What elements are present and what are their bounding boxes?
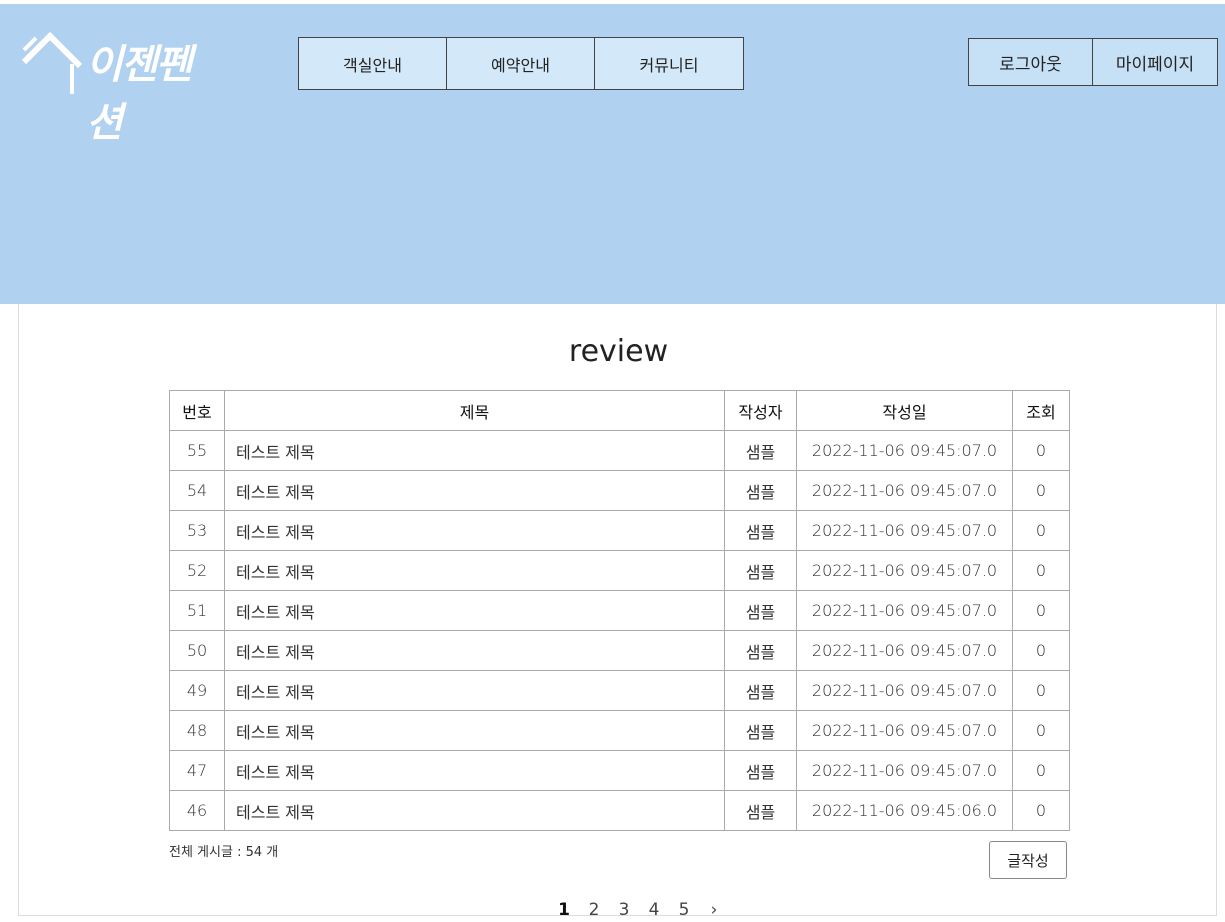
post-title-link[interactable]: 테스트 제목	[224, 550, 725, 591]
post-date: 2022-11-06 09:45:07.0	[796, 630, 1013, 671]
post-author: 샘플	[724, 790, 797, 831]
post-date: 2022-11-06 09:45:07.0	[796, 670, 1013, 711]
table-row[interactable]: 52 테스트 제목 샘플 2022-11-06 09:45:07.0 0	[169, 550, 1070, 591]
post-title-link[interactable]: 테스트 제목	[224, 630, 725, 671]
post-date: 2022-11-06 09:45:07.0	[796, 550, 1013, 591]
post-title-link[interactable]: 테스트 제목	[224, 470, 725, 511]
post-title-link[interactable]: 테스트 제목	[224, 750, 725, 791]
table-row[interactable]: 51 테스트 제목 샘플 2022-11-06 09:45:07.0 0	[169, 590, 1070, 631]
post-title-link[interactable]: 테스트 제목	[224, 710, 725, 751]
post-views: 0	[1012, 510, 1070, 551]
post-number: 52	[169, 550, 225, 591]
post-number: 46	[169, 790, 225, 831]
page-title: review	[568, 334, 669, 369]
review-table: 번호 제목 작성자 작성일 조회 55 테스트 제목 샘플 2022-11-06…	[169, 390, 1070, 831]
post-views: 0	[1012, 470, 1070, 511]
nav-rooms[interactable]: 객실안내	[299, 38, 447, 89]
page-link-1[interactable]: 1	[549, 900, 579, 920]
nav-reservation[interactable]: 예약안내	[447, 38, 595, 89]
col-title-header: 제목	[224, 390, 725, 431]
post-number: 55	[169, 430, 225, 471]
table-row[interactable]: 47 테스트 제목 샘플 2022-11-06 09:45:07.0 0	[169, 750, 1070, 791]
post-date: 2022-11-06 09:45:07.0	[796, 470, 1013, 511]
post-title-link[interactable]: 테스트 제목	[224, 510, 725, 551]
post-author: 샘플	[724, 670, 797, 711]
post-views: 0	[1012, 750, 1070, 791]
table-header-row: 번호 제목 작성자 작성일 조회	[169, 390, 1070, 431]
table-row[interactable]: 49 테스트 제목 샘플 2022-11-06 09:45:07.0 0	[169, 670, 1070, 711]
post-date: 2022-11-06 09:45:07.0	[796, 590, 1013, 631]
chevron-right-icon[interactable]: ›	[699, 900, 729, 920]
post-author: 샘플	[724, 470, 797, 511]
post-number: 48	[169, 710, 225, 751]
table-row[interactable]: 50 테스트 제목 샘플 2022-11-06 09:45:07.0 0	[169, 630, 1070, 671]
post-title-link[interactable]: 테스트 제목	[224, 430, 725, 471]
main-content: review 번호 제목 작성자 작성일 조회 55 테스트 제목 샘플 202…	[18, 304, 1217, 920]
nav-community[interactable]: 커뮤니티	[595, 38, 743, 89]
post-views: 0	[1012, 710, 1070, 751]
table-row[interactable]: 48 테스트 제목 샘플 2022-11-06 09:45:07.0 0	[169, 710, 1070, 751]
post-date: 2022-11-06 09:45:06.0	[796, 790, 1013, 831]
table-row[interactable]: 53 테스트 제목 샘플 2022-11-06 09:45:07.0 0	[169, 510, 1070, 551]
post-views: 0	[1012, 590, 1070, 631]
main-nav: 객실안내 예약안내 커뮤니티	[298, 37, 744, 90]
site-logo[interactable]: 이젠펜션	[20, 28, 220, 146]
write-post-button[interactable]: 글작성	[989, 841, 1067, 879]
post-views: 0	[1012, 630, 1070, 671]
post-author: 샘플	[724, 750, 797, 791]
post-number: 49	[169, 670, 225, 711]
col-number-header: 번호	[169, 390, 225, 431]
post-author: 샘플	[724, 630, 797, 671]
post-number: 53	[169, 510, 225, 551]
post-date: 2022-11-06 09:45:07.0	[796, 750, 1013, 791]
post-date: 2022-11-06 09:45:07.0	[796, 710, 1013, 751]
post-author: 샘플	[724, 590, 797, 631]
post-views: 0	[1012, 550, 1070, 591]
post-date: 2022-11-06 09:45:07.0	[796, 510, 1013, 551]
logout-button[interactable]: 로그아웃	[969, 39, 1093, 85]
post-number: 51	[169, 590, 225, 631]
post-views: 0	[1012, 790, 1070, 831]
post-title-link[interactable]: 테스트 제목	[224, 790, 725, 831]
page-link-3[interactable]: 3	[609, 900, 639, 920]
post-author: 샘플	[724, 510, 797, 551]
post-author: 샘플	[724, 710, 797, 751]
table-row[interactable]: 54 테스트 제목 샘플 2022-11-06 09:45:07.0 0	[169, 470, 1070, 511]
post-views: 0	[1012, 430, 1070, 471]
post-number: 47	[169, 750, 225, 791]
post-date: 2022-11-06 09:45:07.0	[796, 430, 1013, 471]
col-author-header: 작성자	[724, 390, 797, 431]
page-link-4[interactable]: 4	[639, 900, 669, 920]
total-posts-count: 전체 게시글 : 54 개	[169, 845, 279, 860]
logo-text: 이젠펜션	[86, 42, 192, 146]
page-link-2[interactable]: 2	[579, 900, 609, 920]
post-number: 54	[169, 470, 225, 511]
pagination: 1 2 3 4 5 ›	[549, 900, 729, 920]
post-number: 50	[169, 630, 225, 671]
mypage-button[interactable]: 마이페이지	[1093, 39, 1217, 85]
site-header: 이젠펜션 객실안내 예약안내 커뮤니티 로그아웃 마이페이지	[0, 4, 1225, 304]
table-row[interactable]: 46 테스트 제목 샘플 2022-11-06 09:45:06.0 0	[169, 790, 1070, 831]
post-views: 0	[1012, 670, 1070, 711]
table-row[interactable]: 55 테스트 제목 샘플 2022-11-06 09:45:07.0 0	[169, 430, 1070, 471]
post-title-link[interactable]: 테스트 제목	[224, 590, 725, 631]
post-author: 샘플	[724, 550, 797, 591]
house-icon	[21, 31, 83, 94]
col-date-header: 작성일	[796, 390, 1013, 431]
col-views-header: 조회	[1012, 390, 1070, 431]
post-author: 샘플	[724, 430, 797, 471]
page-link-5[interactable]: 5	[669, 900, 699, 920]
post-title-link[interactable]: 테스트 제목	[224, 670, 725, 711]
user-nav: 로그아웃 마이페이지	[968, 38, 1218, 86]
